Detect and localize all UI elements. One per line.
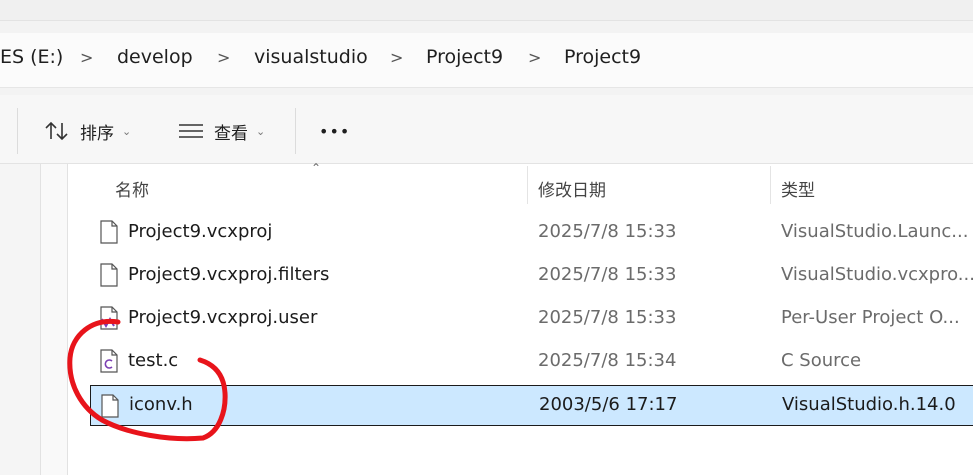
breadcrumb-project9[interactable]: Project9 [426,46,503,68]
file-modified: 2003/5/6 17:17 [539,394,678,415]
breadcrumb-separator-icon[interactable]: > [390,48,403,67]
sort-icon [45,121,68,141]
chevron-down-icon: ⌄ [256,124,266,138]
breadcrumb-develop[interactable]: develop [117,46,193,68]
breadcrumb-drive[interactable]: ES (E:) [0,46,63,68]
file-type: VisualStudio.h.14.0 [782,394,956,415]
file-type: Per-User Project O... [781,307,960,328]
file-row[interactable]: Project9.vcxproj.filters 2025/7/8 15:33 … [90,255,973,296]
column-header-type[interactable]: 类型 [781,176,815,201]
chevron-down-icon: ⌄ [122,124,132,138]
breadcrumb-visualstudio[interactable]: visualstudio [254,46,368,68]
file-row[interactable]: test.c 2025/7/8 15:34 C Source [90,341,973,382]
more-options-button[interactable]: ••• [319,115,350,147]
title-strip [0,0,973,21]
sort-label: 排序 [80,123,114,144]
toolbar-divider [295,108,296,154]
breadcrumb-separator-icon[interactable]: > [528,48,541,67]
file-name: iconv.h [129,394,193,415]
column-divider[interactable] [527,166,528,204]
file-row[interactable]: Project9.vcxproj.user 2025/7/8 15:33 Per… [90,298,973,339]
file-modified: 2025/7/8 15:33 [538,307,677,328]
file-modified: 2025/7/8 15:34 [538,350,677,371]
view-label: 查看 [214,123,248,144]
breadcrumb-separator-icon[interactable]: > [80,48,93,67]
file-name: Project9.vcxproj.user [128,307,318,328]
navigation-scrollbar[interactable] [40,164,68,475]
vs-user-file-icon [100,306,118,330]
column-header-name[interactable]: 名称 [115,176,149,201]
c-source-file-icon [100,349,118,373]
column-divider[interactable] [770,166,771,204]
file-icon [100,263,118,287]
file-icon [100,220,118,244]
file-row-selected[interactable]: iconv.h 2003/5/6 17:17 VisualStudio.h.14… [90,385,973,426]
sort-ascending-icon: ⌃ [311,161,322,175]
column-header-modified[interactable]: 修改日期 [538,176,606,201]
navigation-pane[interactable] [0,164,40,475]
file-modified: 2025/7/8 15:33 [538,221,677,242]
view-button[interactable]: 查看 ⌄ [178,115,265,147]
command-bar [0,95,973,164]
file-modified: 2025/7/8 15:33 [538,264,677,285]
breadcrumb-project9-current[interactable]: Project9 [564,46,641,68]
file-name: test.c [128,350,179,371]
file-icon [101,394,119,418]
file-type: C Source [781,350,862,371]
file-type: VisualStudio.Launc... [781,221,969,242]
view-list-icon [179,124,203,138]
toolbar-divider [17,108,18,154]
file-type: VisualStudio.vcxpro... [781,264,973,285]
file-name: Project9.vcxproj.filters [128,264,330,285]
breadcrumb-separator-icon[interactable]: > [217,48,230,67]
file-name: Project9.vcxproj [128,221,273,242]
sort-button[interactable]: 排序 ⌄ [44,115,131,147]
file-row[interactable]: Project9.vcxproj 2025/7/8 15:33 VisualSt… [90,212,973,253]
